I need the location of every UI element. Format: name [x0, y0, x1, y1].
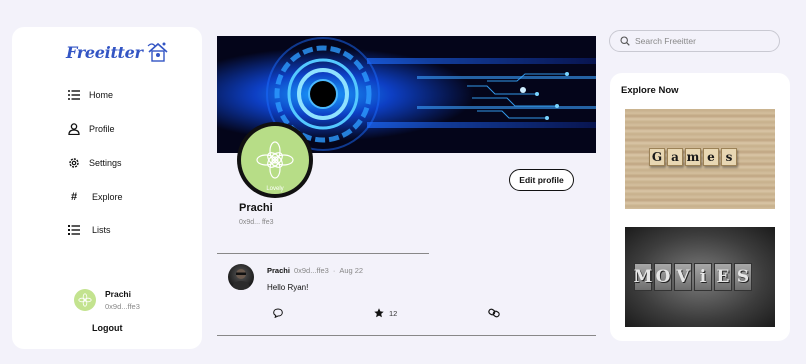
movies-letter: M: [634, 263, 652, 291]
brand-name: Freeitter: [66, 42, 143, 62]
star-icon: [374, 308, 384, 318]
avatar: [74, 289, 96, 311]
star-button[interactable]: 12: [374, 308, 397, 318]
reply-button[interactable]: [273, 308, 283, 318]
nav-label-settings: Settings: [89, 158, 122, 168]
tweet-separator: ·: [332, 266, 336, 275]
explore-title: Explore Now: [621, 85, 679, 96]
tweet-divider: [217, 335, 596, 336]
movies-letter: E: [714, 263, 732, 291]
tweet-author-avatar[interactable]: [228, 264, 254, 290]
edit-profile-button[interactable]: Edit profile: [509, 169, 574, 191]
logout-button[interactable]: Logout: [92, 323, 123, 333]
hashtag-icon: #: [70, 191, 78, 203]
share-button[interactable]: [488, 308, 500, 318]
explore-tile-games[interactable]: G a m e s: [625, 109, 775, 209]
tweet-author-name[interactable]: Prachi: [267, 266, 290, 275]
nav-item-profile[interactable]: Profile: [67, 120, 115, 138]
search-input[interactable]: [635, 36, 765, 46]
settings-icon: [67, 156, 81, 170]
movies-letter: i: [694, 263, 712, 291]
tweet[interactable]: Prachi 0x9d...ffe3 · Aug 22 Hello Ryan! …: [217, 254, 596, 336]
current-user-handle: 0x9d...ffe3: [105, 302, 140, 311]
profile-avatar: Lovely: [237, 122, 313, 198]
explore-panel: Explore Now G a m e s M O V i E S: [610, 73, 790, 341]
tweet-date: Aug 22: [339, 266, 364, 275]
home-icon: [67, 88, 81, 102]
birdhouse-logo-icon: [147, 42, 168, 62]
nav-label-lists: Lists: [92, 225, 111, 235]
games-letter: s: [721, 148, 737, 166]
explore-tile-movies[interactable]: M O V i E S: [625, 227, 775, 327]
movies-letter: S: [734, 263, 752, 291]
current-user[interactable]: Prachi 0x9d...ffe3: [74, 289, 140, 311]
games-letter: a: [667, 148, 683, 166]
brand-logo[interactable]: Freeitter: [66, 41, 170, 63]
profile-name: Prachi: [239, 202, 273, 214]
comment-icon: [273, 308, 283, 318]
nav-item-settings[interactable]: Settings: [67, 154, 122, 172]
search-icon: [620, 36, 630, 46]
games-letter: e: [703, 148, 719, 166]
current-user-name: Prachi: [105, 289, 131, 299]
movies-letter: O: [654, 263, 672, 291]
games-letter: G: [649, 148, 665, 166]
nav-item-lists[interactable]: Lists: [67, 221, 111, 239]
games-tile-letters: G a m e s: [649, 148, 737, 166]
games-letter: m: [685, 148, 701, 166]
search-box[interactable]: [609, 30, 780, 52]
movies-letter: V: [674, 263, 692, 291]
nav-label-home: Home: [89, 90, 114, 100]
lists-icon: [67, 223, 81, 237]
profile-handle: 0x9d... ffe3: [239, 219, 274, 226]
nav-item-explore[interactable]: # Explore: [67, 188, 123, 206]
profile-icon: [67, 122, 81, 136]
link-icon: [488, 308, 500, 318]
nav-label-profile: Profile: [89, 124, 115, 134]
nav-label-explore: Explore: [92, 192, 123, 202]
sidebar: Freeitter Home Profile Settings # Explor…: [12, 27, 202, 349]
star-count: 12: [389, 308, 398, 318]
avatar-caption: Lovely: [266, 186, 284, 192]
nav-item-home[interactable]: Home: [67, 86, 113, 104]
tweet-text: Hello Ryan!: [267, 283, 309, 292]
tweet-author-handle: 0x9d...ffe3: [293, 266, 329, 275]
flower-avatar-icon: [256, 141, 294, 179]
movies-tile-letters: M O V i E S: [634, 263, 752, 291]
